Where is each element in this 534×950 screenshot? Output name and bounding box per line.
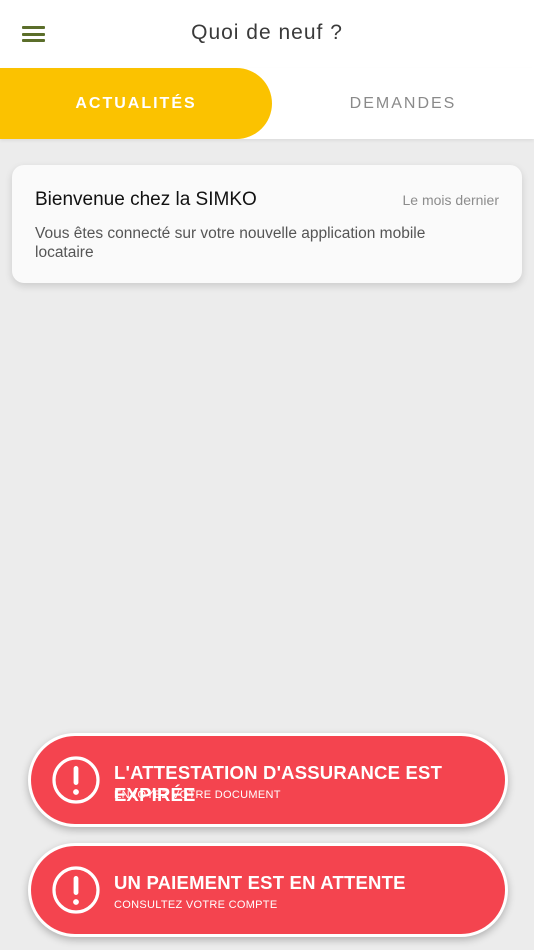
news-card[interactable]: Bienvenue chez la SIMKO Le mois dernier … [12, 165, 522, 283]
news-card-date: Le mois dernier [402, 192, 500, 208]
payment-pending-alert[interactable]: UN PAIEMENT EST EN ATTENTE CONSULTEZ VOT… [28, 843, 508, 937]
insurance-expired-alert[interactable]: L'ATTESTATION D'ASSURANCE EST EXPIRÉE EN… [28, 733, 508, 827]
alert-title: UN PAIEMENT EST EN ATTENTE [114, 872, 406, 893]
page-title: Quoi de neuf ? [191, 21, 343, 44]
news-card-body: Vous êtes connecté sur votre nouvelle ap… [35, 225, 426, 261]
alert-subtitle: ENVOYEZ VOTRE DOCUMENT [114, 789, 281, 801]
tab-bar: ACTUALITÉS DEMANDES [0, 68, 534, 139]
exclamation-circle-icon [52, 756, 100, 804]
alert-subtitle: CONSULTEZ VOTRE COMPTE [114, 899, 278, 911]
tab-actualites[interactable]: ACTUALITÉS [0, 68, 272, 139]
tab-demandes[interactable]: DEMANDES [272, 68, 534, 139]
app-header: Quoi de neuf ? [0, 0, 534, 68]
news-card-title: Bienvenue chez la SIMKO [35, 189, 257, 210]
exclamation-circle-icon [52, 866, 100, 914]
